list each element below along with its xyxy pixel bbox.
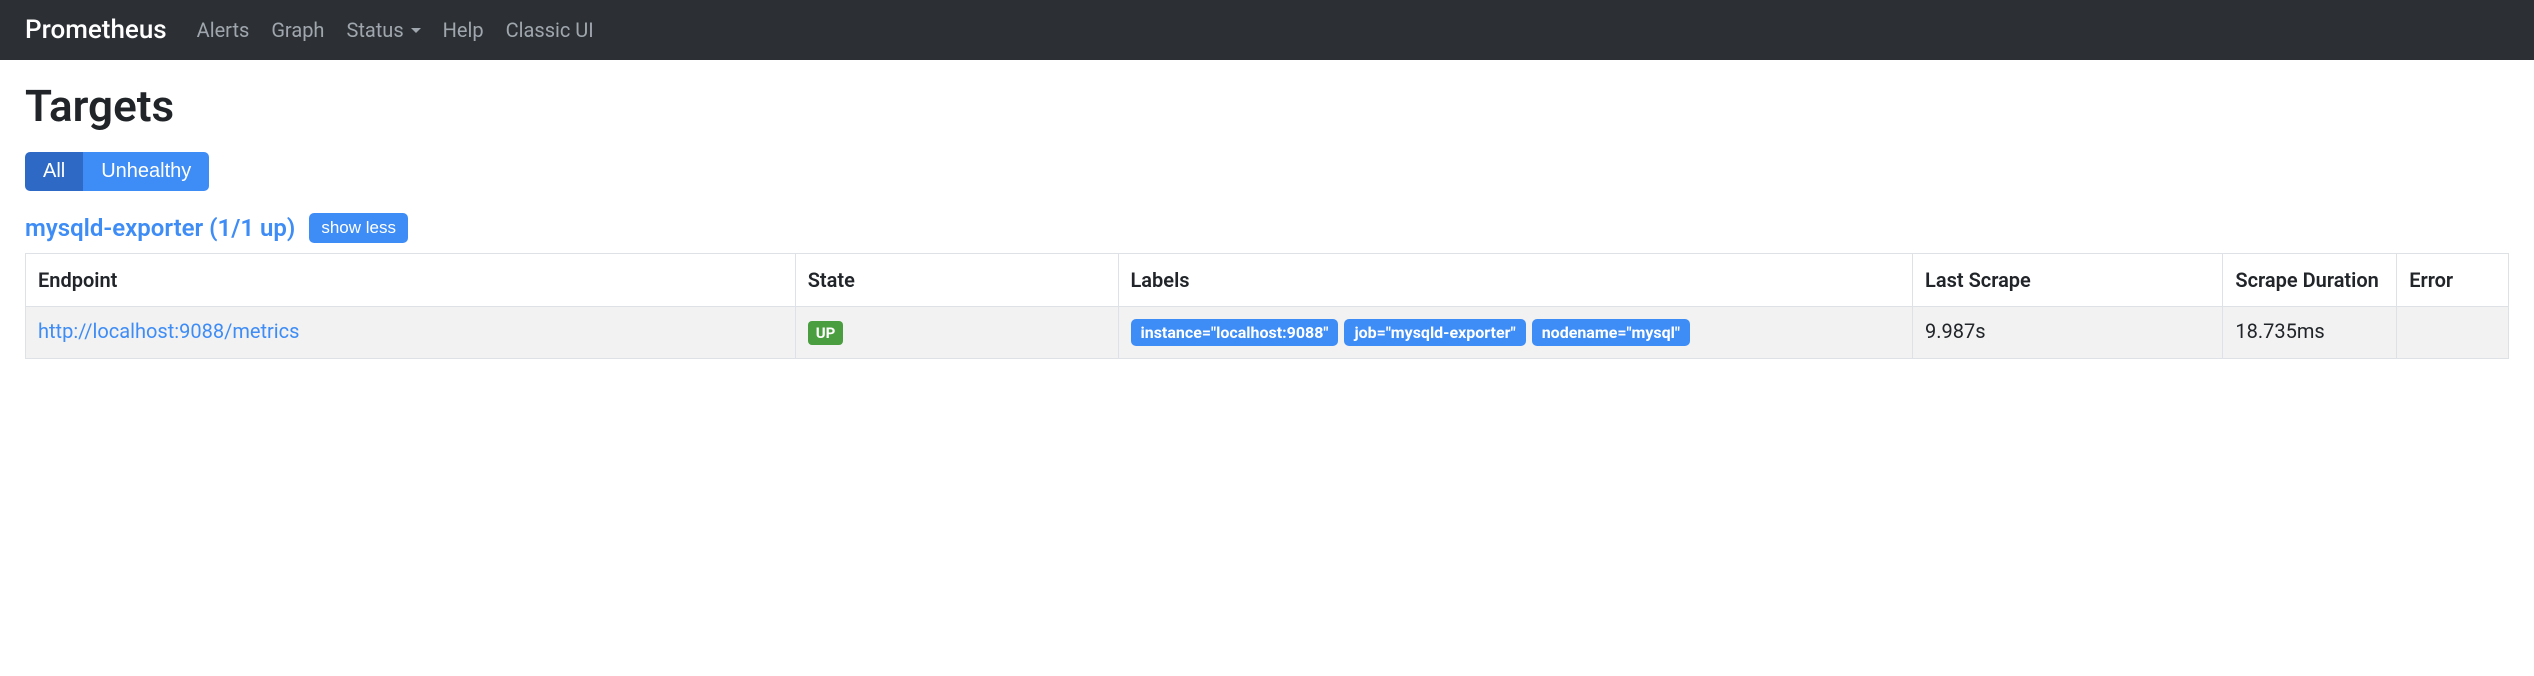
filter-all-button[interactable]: All (25, 152, 83, 191)
endpoint-link[interactable]: http://localhost:9088/metrics (38, 319, 299, 343)
label-badge: nodename="mysql" (1532, 319, 1690, 346)
page-title: Targets (25, 80, 2509, 132)
th-last-scrape: Last Scrape (1913, 254, 2223, 307)
td-state: UP (795, 307, 1118, 359)
nav-link-status[interactable]: Status (346, 18, 420, 42)
navbar: Prometheus Alerts Graph Status Help Clas… (0, 0, 2534, 60)
th-scrape-duration: Scrape Duration (2223, 254, 2397, 307)
label-badge: job="mysqld-exporter" (1344, 319, 1525, 346)
labels-container: instance="localhost:9088" job="mysqld-ex… (1131, 319, 1901, 346)
td-endpoint: http://localhost:9088/metrics (26, 307, 796, 359)
nav-link-classic[interactable]: Classic UI (506, 18, 594, 42)
td-scrape-duration: 18.735ms (2223, 307, 2397, 359)
filter-unhealthy-button[interactable]: Unhealthy (83, 152, 209, 191)
show-less-button[interactable]: show less (309, 213, 408, 243)
th-endpoint: Endpoint (26, 254, 796, 307)
label-badge: instance="localhost:9088" (1131, 319, 1339, 346)
nav-link-status-label: Status (346, 18, 403, 42)
table-header-row: Endpoint State Labels Last Scrape Scrape… (26, 254, 2509, 307)
td-error (2397, 307, 2509, 359)
job-header: mysqld-exporter (1/1 up) show less (25, 213, 2509, 243)
nav-link-alerts[interactable]: Alerts (197, 18, 250, 42)
th-error: Error (2397, 254, 2509, 307)
chevron-down-icon (411, 28, 421, 33)
nav-link-help[interactable]: Help (443, 18, 484, 42)
job-title-link[interactable]: mysqld-exporter (1/1 up) (25, 214, 295, 242)
main-container: Targets All Unhealthy mysqld-exporter (1… (0, 60, 2534, 379)
th-labels: Labels (1118, 254, 1913, 307)
td-last-scrape: 9.987s (1913, 307, 2223, 359)
navbar-brand[interactable]: Prometheus (25, 15, 167, 45)
th-state: State (795, 254, 1118, 307)
table-row: http://localhost:9088/metrics UP instanc… (26, 307, 2509, 359)
filter-group: All Unhealthy (25, 152, 209, 191)
targets-table: Endpoint State Labels Last Scrape Scrape… (25, 253, 2509, 359)
state-badge: UP (808, 321, 844, 345)
td-labels: instance="localhost:9088" job="mysqld-ex… (1118, 307, 1913, 359)
navbar-nav: Alerts Graph Status Help Classic UI (197, 18, 594, 42)
nav-link-graph[interactable]: Graph (271, 18, 324, 42)
